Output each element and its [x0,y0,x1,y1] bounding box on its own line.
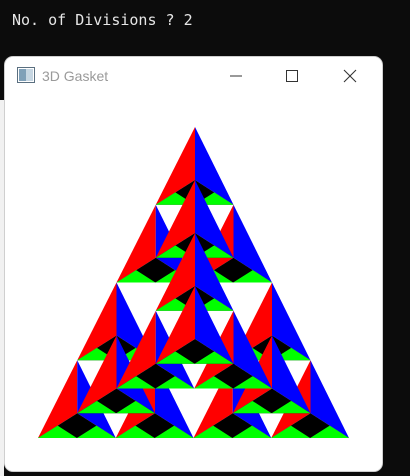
window-app-icon [17,67,35,83]
console-prompt-line: No. of Divisions ? 2 [12,11,193,29]
maximize-icon [286,70,298,82]
minimize-icon [230,75,242,77]
sierpinski-gasket [38,127,349,438]
background-window-edge [0,100,4,476]
minimize-button[interactable] [213,57,259,95]
window-title: 3D Gasket [42,68,109,84]
gasket-window[interactable]: 3D Gasket [5,57,382,471]
maximize-button[interactable] [269,57,315,95]
opengl-canvas[interactable] [5,95,382,471]
title-bar[interactable]: 3D Gasket [5,57,382,95]
close-button[interactable] [327,57,373,95]
close-icon [343,69,357,83]
